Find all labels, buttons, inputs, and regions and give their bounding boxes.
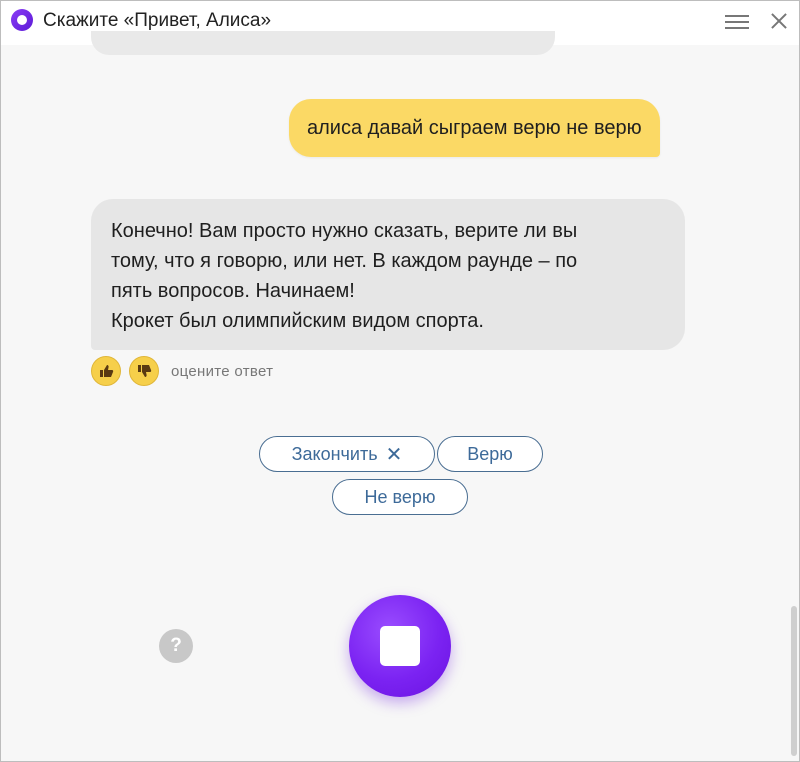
alice-response-line: Крокет был олимпийским видом спорта. (111, 310, 484, 332)
thumbs-up-glyph (100, 365, 114, 377)
believe-button-label: Верю (467, 443, 513, 464)
close-x-icon: ✕ (385, 443, 403, 466)
stop-icon (380, 626, 420, 666)
previous-message-bubble (91, 31, 555, 55)
menu-line (725, 21, 749, 23)
close-icon[interactable] (769, 11, 789, 31)
alice-response-line: тому, что я говорю, или нет. В каждом ра… (111, 250, 578, 272)
thumbs-up-icon[interactable] (91, 356, 121, 386)
finish-button[interactable]: Закончить ✕ (259, 436, 435, 472)
not-believe-button[interactable]: Не верю (332, 479, 468, 515)
alice-logo-icon (11, 9, 33, 31)
rating-bar: оцените ответ (91, 356, 273, 386)
help-icon: ? (170, 635, 182, 656)
menu-line (725, 15, 749, 17)
window-title: Скажите «Привет, Алиса» (43, 10, 272, 31)
alice-response-bubble: Конечно! Вам просто нужно сказать, верит… (91, 199, 685, 350)
scrollbar[interactable] (791, 606, 797, 756)
alice-response-line: Конечно! Вам просто нужно сказать, верит… (111, 220, 578, 242)
believe-button[interactable]: Верю (437, 436, 543, 472)
rate-answer-label: оцените ответ (171, 362, 274, 380)
alice-response-line: пять вопросов. Начинаем! (111, 280, 355, 302)
menu-line (725, 27, 749, 29)
stop-listening-button[interactable] (349, 595, 451, 697)
user-message-bubble: алиса давай сыграем верю не верю (289, 99, 660, 157)
thumbs-down-icon[interactable] (129, 356, 159, 386)
not-believe-button-label: Не верю (364, 486, 436, 507)
hamburger-menu-icon[interactable] (725, 13, 749, 31)
help-button[interactable]: ? (159, 629, 193, 663)
finish-button-label: Закончить (291, 443, 378, 464)
alice-window: Скажите «Привет, Алиса» алиса давай сыгр… (0, 0, 800, 762)
thumbs-down-glyph (138, 365, 152, 377)
user-message-text: алиса давай сыграем верю не верю (307, 116, 642, 139)
